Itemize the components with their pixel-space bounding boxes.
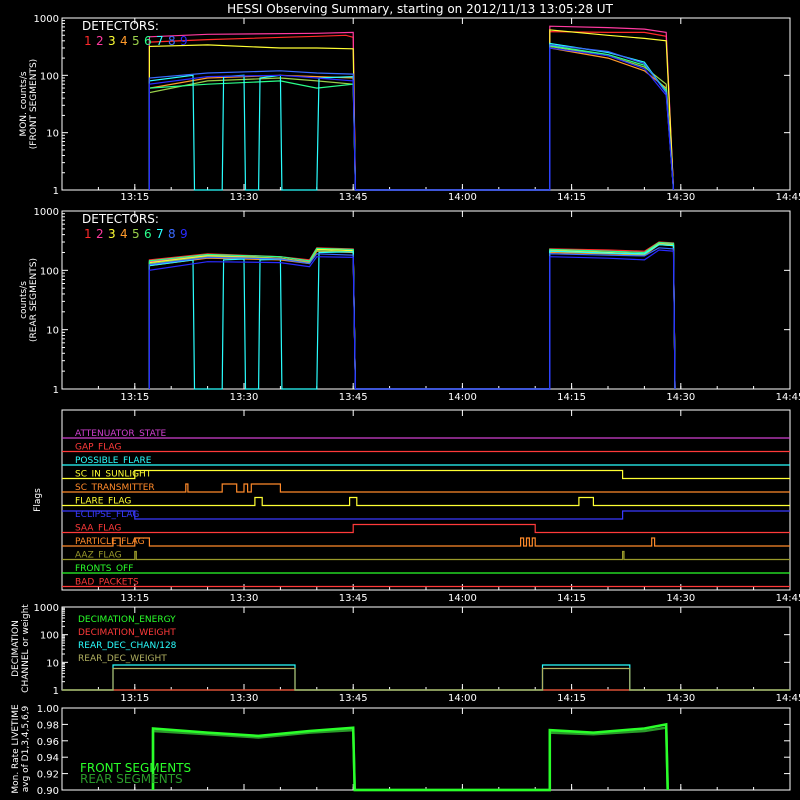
decimation-xtick-label: 13:45 (339, 693, 368, 704)
front-xtick-label: 14:30 (666, 192, 695, 203)
flags-xtick-label: 14:15 (557, 593, 586, 604)
livetime-ylabel: Mon. Rate LIVETIME (11, 704, 21, 794)
front-legend-number: 3 (108, 34, 116, 48)
flags-xtick-label: 13:15 (120, 593, 149, 604)
flag-label: FLARE_FLAG (75, 497, 131, 507)
decimation-xtick-label: 14:15 (557, 693, 586, 704)
front-ytick-label: 10 (46, 129, 59, 140)
rear-xtick-label: 13:45 (339, 392, 368, 403)
rear-legend-number: 9 (180, 227, 188, 241)
flag-label: BAD_PACKETS (75, 578, 139, 588)
livetime-ylabel: avg of D1,3,4,5,6,9 (21, 705, 31, 792)
decimation-legend-item: REAR_DEC_CHAN/128 (78, 641, 177, 651)
livetime-ytick-label: 0.98 (37, 720, 59, 731)
rear-xtick-label: 14:30 (666, 392, 695, 403)
rear-legend-number: 7 (156, 227, 164, 241)
flag-label: SAA_FLAG (75, 524, 121, 534)
decimation-ylabel: DECIMATION (11, 620, 21, 677)
rear-ytick-label: 1 (53, 385, 59, 396)
rear-ylabel: counts/s (19, 281, 29, 319)
rear-legend-title: DETECTORS: (82, 212, 159, 226)
front-legend-number: 6 (144, 34, 152, 48)
decimation-ytick-label: 100 (40, 631, 59, 642)
flags-xtick-label: 13:45 (339, 593, 368, 604)
front-legend-number: 1 (84, 34, 92, 48)
decimation-ytick-label: 10 (46, 658, 59, 669)
rear-ytick-label: 1000 (34, 207, 59, 218)
livetime-ytick-label: 0.94 (37, 753, 59, 764)
flags-xtick-label: 14:45 (776, 593, 800, 604)
rear-legend-number: 2 (96, 227, 104, 241)
flag-label: PARTICLE_FLAG (75, 537, 145, 547)
decimation-ytick-label: 1 (53, 686, 59, 697)
front-legend-number: 4 (120, 34, 128, 48)
rear-ytick-label: 10 (46, 326, 59, 337)
front-legend-number: 9 (180, 34, 188, 48)
rear-ytick-label: 100 (40, 266, 59, 277)
front-ytick-label: 1 (53, 186, 59, 197)
decimation-ylabel: CHANNEL or weight (21, 604, 31, 693)
front-legend-number: 7 (156, 34, 164, 48)
livetime-ytick-label: 1.00 (37, 704, 59, 715)
flag-label: GAP_FLAG (75, 443, 121, 453)
chart-title: HESSI Observing Summary, starting on 201… (227, 2, 613, 16)
rear-xtick-label: 14:00 (448, 392, 477, 403)
flags-ylabel: Flags (33, 488, 43, 512)
rear-xtick-label: 13:15 (120, 392, 149, 403)
front-ylabel: (FRONT SEGMENTS) (29, 59, 39, 149)
flag-label: POSSIBLE_FLARE (75, 456, 152, 466)
rear-legend-number: 4 (120, 227, 128, 241)
front-xtick-label: 13:45 (339, 192, 368, 203)
front-xtick-label: 13:15 (120, 192, 149, 203)
livetime-ytick-label: 0.96 (37, 737, 59, 748)
front-ytick-label: 1000 (34, 14, 59, 25)
front-ytick-label: 100 (40, 71, 59, 82)
front-legend-number: 8 (168, 34, 176, 48)
rear-ylabel: (REAR SEGMENTS) (29, 258, 39, 342)
rear-legend-number: 6 (144, 227, 152, 241)
decimation-xtick-label: 13:15 (120, 693, 149, 704)
flag-label: FRONTS_OFF (75, 564, 133, 574)
livetime-ytick-label: 0.92 (37, 770, 59, 781)
front-xtick-label: 14:15 (557, 192, 586, 203)
decimation-legend-item: REAR_DEC_WEIGHT (78, 654, 167, 664)
front-legend-title: DETECTORS: (82, 19, 159, 33)
decimation-xtick-label: 14:45 (776, 693, 800, 704)
flag-label: SC_IN_SUNLIGHT (75, 470, 152, 480)
rear-xtick-label: 14:15 (557, 392, 586, 403)
flag-label: SC_TRANSMITTER (75, 483, 155, 493)
rear-legend-number: 5 (132, 227, 140, 241)
flags-xtick-label: 14:30 (666, 593, 695, 604)
decimation-xtick-label: 13:30 (230, 693, 259, 704)
decimation-xtick-label: 14:30 (666, 693, 695, 704)
front-xtick-label: 14:00 (448, 192, 477, 203)
decimation-ytick-label: 1000 (34, 603, 59, 614)
flags-xtick-label: 13:30 (230, 593, 259, 604)
flag-label: ECLIPSE_FLAG (75, 510, 139, 520)
decimation-legend-item: DECIMATION_ENERGY (78, 615, 176, 625)
livetime-legend-item: REAR SEGMENTS (80, 772, 183, 786)
front-ylabel: MON. counts/s (19, 71, 29, 136)
front-legend-number: 2 (96, 34, 104, 48)
decimation-legend-item: DECIMATION_WEIGHT (78, 628, 176, 638)
flag-label: ATTENUATOR_STATE (75, 429, 167, 439)
decimation-xtick-label: 14:00 (448, 693, 477, 704)
livetime-ytick-label: 0.90 (37, 786, 59, 797)
rear-legend-number: 3 (108, 227, 116, 241)
rear-legend-number: 8 (168, 227, 176, 241)
front-xtick-label: 14:45 (776, 192, 800, 203)
observing-summary-chart: HESSI Observing Summary, starting on 201… (0, 0, 800, 800)
front-xtick-label: 13:30 (230, 192, 259, 203)
flag-label: AAZ_FLAG (75, 551, 122, 561)
flags-xtick-label: 14:00 (448, 593, 477, 604)
rear-legend-number: 1 (84, 227, 92, 241)
front-legend-number: 5 (132, 34, 140, 48)
rear-xtick-label: 13:30 (230, 392, 259, 403)
rear-xtick-label: 14:45 (776, 392, 800, 403)
